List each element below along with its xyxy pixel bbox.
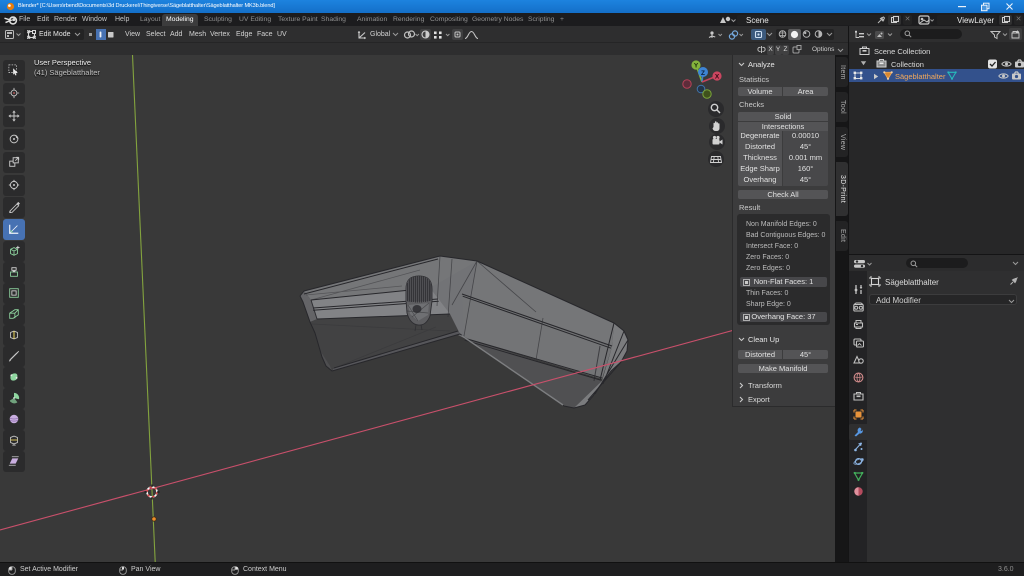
svg-text:Y: Y bbox=[694, 63, 699, 70]
svg-text:Z: Z bbox=[701, 70, 705, 77]
svg-text:X: X bbox=[715, 74, 720, 81]
